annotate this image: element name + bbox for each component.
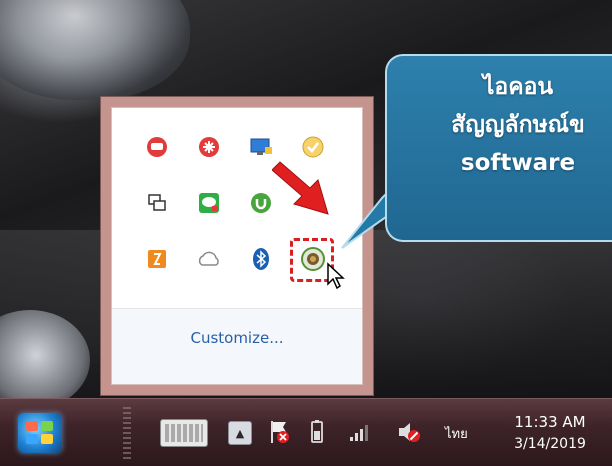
start-button[interactable] <box>18 413 62 453</box>
windows-logo-pane <box>26 434 38 444</box>
callout-balloon: ไอคอน สัญญลักษณ์ข software <box>385 54 612 242</box>
taskbar-grip[interactable] <box>123 407 131 459</box>
callout-line-1: ไอคอน <box>482 74 554 100</box>
red-asterisk-app-icon[interactable] <box>194 132 224 162</box>
callout-line-3: software <box>460 150 576 176</box>
windows-logo-pane <box>41 434 53 444</box>
power-battery-icon[interactable] <box>306 419 328 445</box>
customize-link[interactable]: Customize... <box>112 329 362 347</box>
system-clock[interactable]: 11:33 AM 3/14/2019 <box>500 411 600 455</box>
volume-muted-icon[interactable] <box>396 419 422 445</box>
callout-text: ไอคอน สัญญลักษณ์ข software <box>387 68 612 182</box>
windows-logo-pane <box>41 421 53 431</box>
show-hidden-icons-button[interactable]: ▲ <box>228 421 252 445</box>
orange-app-icon[interactable] <box>142 244 172 274</box>
bluetooth-icon[interactable] <box>246 244 276 274</box>
windows-logo-pane <box>26 421 38 431</box>
touch-keyboard-icon[interactable] <box>160 419 208 447</box>
input-language-indicator[interactable]: ไทย <box>445 423 468 444</box>
action-center-flag-icon[interactable] <box>268 419 290 445</box>
green-line-chat-icon[interactable] <box>194 188 224 218</box>
cloud-icon[interactable] <box>194 244 224 274</box>
network-signal-icon[interactable] <box>348 421 372 443</box>
display-switch-icon[interactable] <box>142 188 172 218</box>
clock-date: 3/14/2019 <box>514 436 586 452</box>
taskbar: ▲ ไทย 11:33 AM 3/14/2019 <box>0 398 612 466</box>
red-chat-app-icon[interactable] <box>142 132 172 162</box>
mouse-cursor-icon <box>327 262 345 290</box>
customize-area: Customize... <box>112 309 362 384</box>
callout-line-2: สัญญลักษณ์ข <box>451 112 585 138</box>
clock-time: 11:33 AM <box>514 413 586 431</box>
wallpaper-car <box>0 0 190 100</box>
